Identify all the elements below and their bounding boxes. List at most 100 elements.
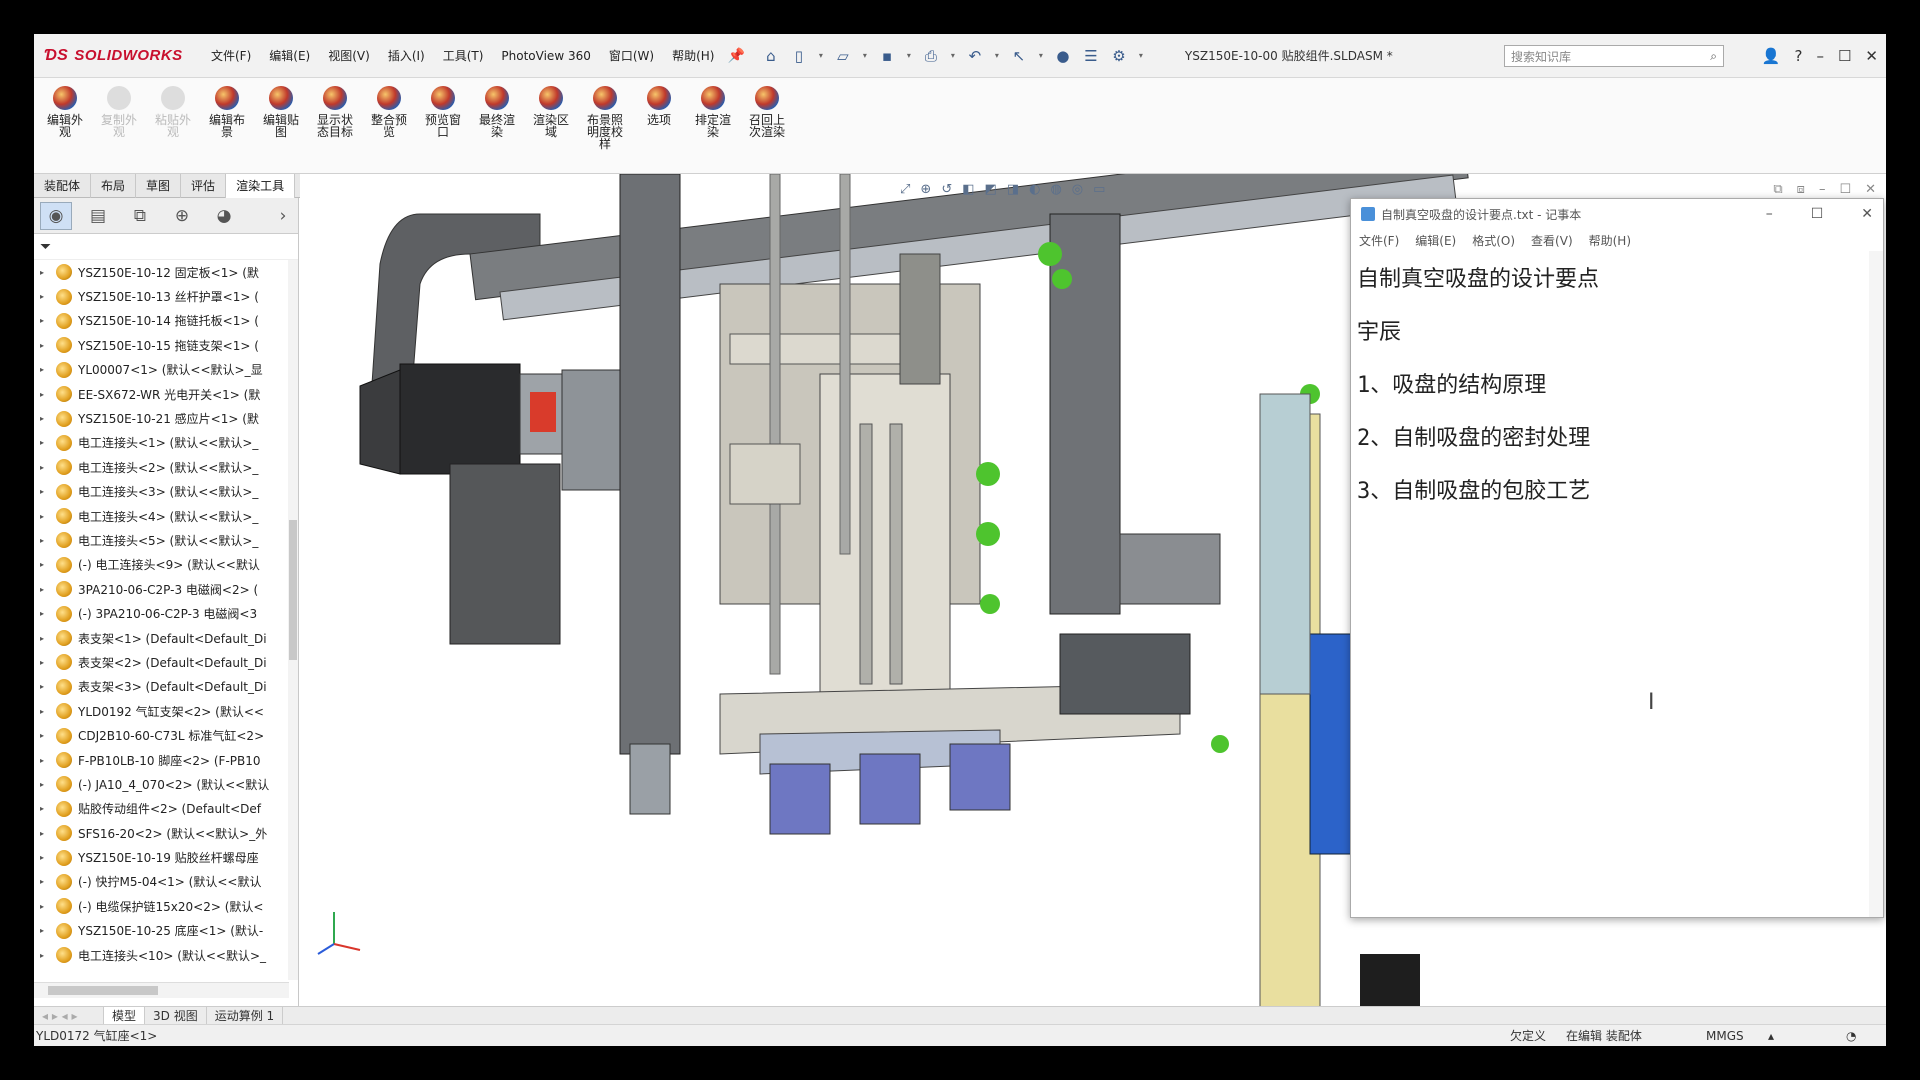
pin-icon[interactable]: 📌 xyxy=(727,48,744,64)
view-settings-icon[interactable]: ▭ xyxy=(1093,182,1105,204)
command-tab[interactable]: 布局 xyxy=(91,174,137,198)
ribbon-button[interactable]: 最终渲染 xyxy=(470,86,524,173)
tree-item[interactable]: ▸ 贴胶传动组件<2> (Default<Def xyxy=(34,797,299,821)
tree-item[interactable]: ▸ 3PA210-06-C2P-3 电磁阀<2> ( xyxy=(34,577,299,601)
expand-arrow-icon[interactable]: ▸ xyxy=(40,487,50,496)
options-gear-icon[interactable]: ⚙ xyxy=(1109,46,1129,66)
rebuild-icon[interactable]: ● xyxy=(1053,46,1073,66)
expand-arrow-icon[interactable]: ▸ xyxy=(40,877,50,886)
tree-item[interactable]: ▸ F-PB10LB-10 脚座<2> (F-PB10 xyxy=(34,748,299,772)
notepad-window[interactable]: 自制真空吸盘的设计要点.txt - 记事本 – ☐ ✕ 文件(F) 编辑(E) 格式… xyxy=(1350,198,1884,918)
home-icon[interactable]: ⌂ xyxy=(761,46,781,66)
save-dropdown-icon[interactable]: ▾ xyxy=(905,46,913,66)
tree-item[interactable]: ▸ YSZ150E-10-14 拖链托板<1> ( xyxy=(34,309,299,333)
tab-navigation-arrows[interactable]: ◂ ▸ ◂ ▸ xyxy=(34,1007,104,1024)
close-icon[interactable]: ✕ xyxy=(1865,47,1878,65)
menu-item[interactable]: 编辑(E) xyxy=(260,34,319,78)
tree-item[interactable]: ▸ EE-SX672-WR 光电开关<1> (默 xyxy=(34,382,299,406)
hide-show-items-icon[interactable]: ◐ xyxy=(1029,182,1040,204)
expand-arrow-icon[interactable]: ▸ xyxy=(40,268,50,277)
scrollbar-thumb[interactable] xyxy=(289,520,297,660)
select-dropdown-icon[interactable]: ▾ xyxy=(1037,46,1045,66)
expand-arrow-icon[interactable]: ▸ xyxy=(40,634,50,643)
ribbon-button[interactable]: 整合预览 xyxy=(362,86,416,173)
tree-item[interactable]: ▸ YSZ150E-10-13 丝杆护罩<1> ( xyxy=(34,284,299,308)
expand-arrow-icon[interactable]: ▸ xyxy=(40,658,50,667)
expand-arrow-icon[interactable]: ▸ xyxy=(40,414,50,423)
chevron-right-icon[interactable]: › xyxy=(276,202,290,230)
notepad-menu-item[interactable]: 文件(F) xyxy=(1359,232,1399,249)
undo-dropdown-icon[interactable]: ▾ xyxy=(993,46,1001,66)
minimize-icon[interactable]: – xyxy=(1816,47,1824,65)
notepad-menu-item[interactable]: 编辑(E) xyxy=(1415,232,1456,249)
tree-item[interactable]: ▸ (-) 3PA210-06-C2P-3 电磁阀<3 xyxy=(34,601,299,625)
tree-item[interactable]: ▸ 电工连接头<5> (默认<<默认>_ xyxy=(34,528,299,552)
tree-item[interactable]: ▸ (-) JA10_4_070<2> (默认<<默认 xyxy=(34,772,299,796)
tree-item[interactable]: ▸ YSZ150E-10-21 感应片<1> (默 xyxy=(34,406,299,430)
viewport-tile-icon[interactable]: ⧈ xyxy=(1797,182,1805,197)
expand-arrow-icon[interactable]: ▸ xyxy=(40,804,50,813)
viewport-maximize-icon[interactable]: ☐ xyxy=(1839,182,1851,197)
search-input[interactable]: 搜索知识库 ⌕ xyxy=(1504,45,1724,67)
options-dropdown-icon[interactable]: ▾ xyxy=(1137,46,1145,66)
ribbon-button[interactable]: 编辑贴图 xyxy=(254,86,308,173)
viewport-minimize-icon[interactable]: – xyxy=(1819,182,1826,197)
ribbon-button[interactable]: 布景照明度校样 xyxy=(578,86,632,173)
tree-item[interactable]: ▸ (-) 电缆保护链15x20<2> (默认< xyxy=(34,894,299,918)
zoom-to-fit-icon[interactable]: ⤢ xyxy=(900,182,910,204)
notepad-maximize-icon[interactable]: ☐ xyxy=(1811,206,1824,222)
select-pointer-icon[interactable]: ↖ xyxy=(1009,46,1029,66)
notepad-menu-item[interactable]: 帮助(H) xyxy=(1589,232,1631,249)
command-tab[interactable]: 草图 xyxy=(136,174,182,198)
status-units[interactable]: MMGS xyxy=(1706,1029,1744,1043)
notepad-menu-item[interactable]: 格式(O) xyxy=(1472,232,1515,249)
scrollbar-thumb[interactable] xyxy=(48,986,158,995)
expand-arrow-icon[interactable]: ▸ xyxy=(40,682,50,691)
new-document-icon[interactable]: ▯ xyxy=(789,46,809,66)
view-orientation-icon[interactable]: ◩ xyxy=(985,182,997,204)
viewport-restore-icon[interactable]: ⧉ xyxy=(1773,182,1782,197)
notepad-text-area[interactable]: 自制真空吸盘的设计要点 宇辰 1、吸盘的结构原理 2、自制吸盘的密封处理 3、自制吸盘的… xyxy=(1351,251,1883,520)
tree-item[interactable]: ▸ CDJ2B10-60-C73L 标准气缸<2> xyxy=(34,723,299,747)
tree-item[interactable]: ▸ YL00007<1> (默认<<默认>_显 xyxy=(34,358,299,382)
solidworks-logo[interactable]: ƊS SOLIDWORKS xyxy=(34,34,202,78)
ribbon-button[interactable]: 排定渲染 xyxy=(686,86,740,173)
save-icon[interactable]: ▪ xyxy=(877,46,897,66)
tree-item[interactable]: ▸ SFS16-20<2> (默认<<默认>_外 xyxy=(34,821,299,845)
tree-item[interactable]: ▸ 电工连接头<1> (默认<<默认>_ xyxy=(34,431,299,455)
viewport-close-icon[interactable]: ✕ xyxy=(1865,182,1876,197)
filter-icon[interactable]: ⏷ xyxy=(40,239,51,255)
open-dropdown-icon[interactable]: ▾ xyxy=(861,46,869,66)
ribbon-button[interactable]: 编辑布景 xyxy=(200,86,254,173)
bottom-tab[interactable]: 3D 视图 xyxy=(145,1007,207,1024)
expand-arrow-icon[interactable]: ▸ xyxy=(40,926,50,935)
bottom-tab[interactable]: 运动算例 1 xyxy=(207,1007,284,1024)
ribbon-button[interactable]: 预览窗口 xyxy=(416,86,470,173)
expand-arrow-icon[interactable]: ▸ xyxy=(40,902,50,911)
expand-arrow-icon[interactable]: ▸ xyxy=(40,512,50,521)
tree-filter[interactable]: ⏷ xyxy=(34,234,298,260)
status-comment-icon[interactable]: ◔ xyxy=(1846,1029,1856,1043)
tree-item[interactable]: ▸ 电工连接头<4> (默认<<默认>_ xyxy=(34,504,299,528)
menu-item[interactable]: 文件(F) xyxy=(202,34,260,78)
ribbon-button[interactable]: 选项 xyxy=(632,86,686,173)
tree-item[interactable]: ▸ YSZ150E-10-12 固定板<1> (默 xyxy=(34,260,299,284)
previous-view-icon[interactable]: ↺ xyxy=(941,182,952,204)
section-view-icon[interactable]: ◧ xyxy=(962,182,974,204)
feature-tree-tab-icon[interactable]: ◉ xyxy=(40,201,72,230)
dimxpert-tab-icon[interactable]: ⊕ xyxy=(166,202,198,230)
expand-arrow-icon[interactable]: ▸ xyxy=(40,951,50,960)
tree-item[interactable]: ▸ 电工连接头<2> (默认<<默认>_ xyxy=(34,455,299,479)
expand-arrow-icon[interactable]: ▸ xyxy=(40,365,50,374)
expand-arrow-icon[interactable]: ▸ xyxy=(40,731,50,740)
expand-arrow-icon[interactable]: ▸ xyxy=(40,707,50,716)
menu-item[interactable]: 工具(T) xyxy=(434,34,493,78)
tree-item[interactable]: ▸ 电工连接头<10> (默认<<默认>_ xyxy=(34,943,299,967)
expand-arrow-icon[interactable]: ▸ xyxy=(40,829,50,838)
expand-arrow-icon[interactable]: ▸ xyxy=(40,292,50,301)
menu-item[interactable]: 窗口(W) xyxy=(600,34,663,78)
command-tab[interactable]: 渲染工具 xyxy=(226,174,296,198)
print-dropdown-icon[interactable]: ▾ xyxy=(949,46,957,66)
user-account-icon[interactable]: 👤 xyxy=(1762,47,1781,65)
maximize-icon[interactable]: ☐ xyxy=(1838,47,1851,65)
